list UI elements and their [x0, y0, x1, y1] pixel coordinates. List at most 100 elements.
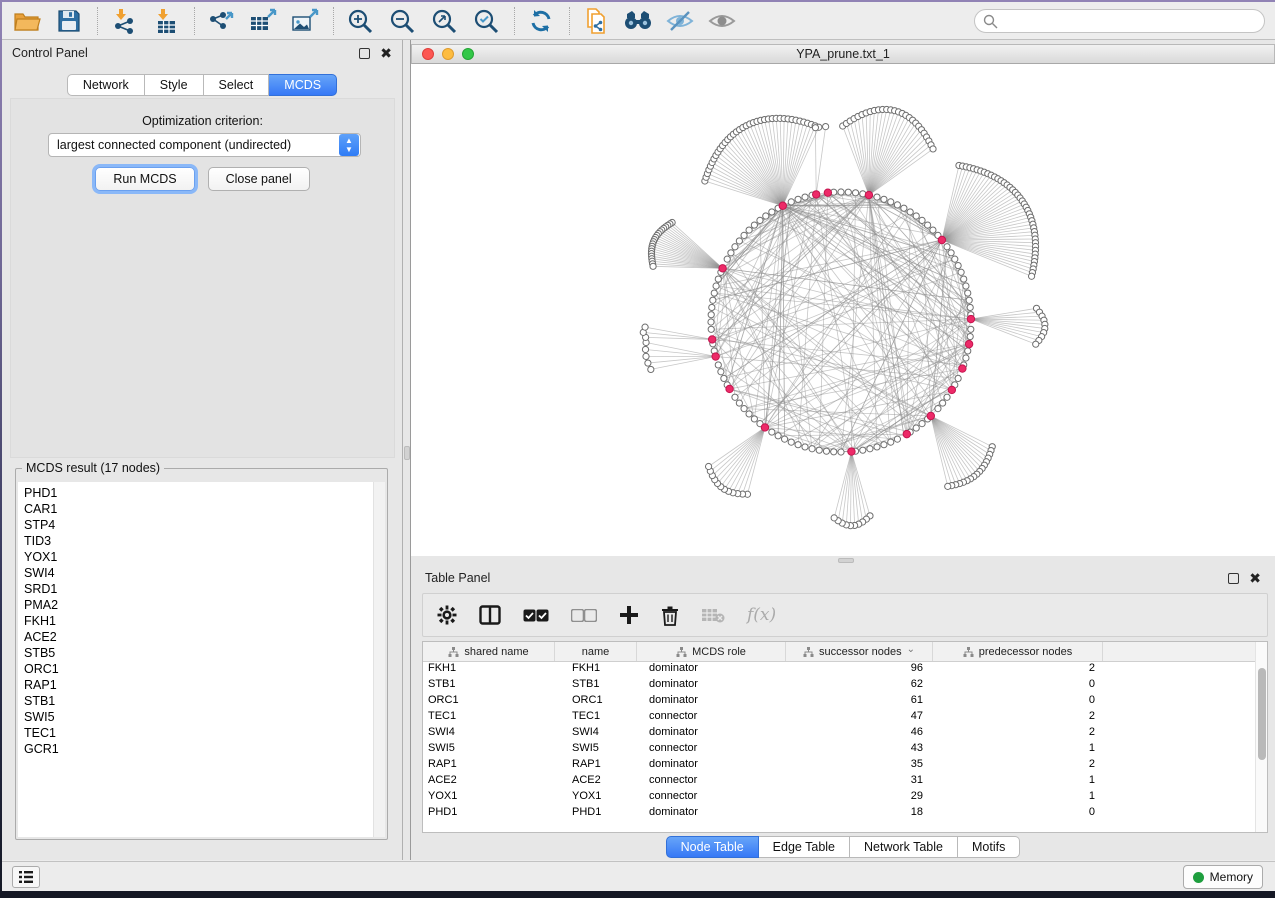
- network-node[interactable]: [741, 406, 747, 412]
- float-panel-icon[interactable]: [1228, 573, 1239, 584]
- network-node[interactable]: [966, 297, 972, 303]
- cell-successor-nodes[interactable]: 62: [786, 678, 933, 694]
- network-node[interactable]: [643, 353, 649, 359]
- network-node[interactable]: [919, 421, 925, 427]
- network-node[interactable]: [944, 244, 950, 250]
- mcds-node[interactable]: [761, 424, 768, 431]
- network-node[interactable]: [816, 447, 822, 453]
- network-node[interactable]: [728, 250, 734, 256]
- zoom-out-icon[interactable]: [385, 6, 419, 36]
- cell-predecessor-nodes[interactable]: 0: [933, 806, 1103, 822]
- network-node[interactable]: [751, 222, 757, 228]
- network-node[interactable]: [831, 449, 837, 455]
- cell-successor-nodes[interactable]: 43: [786, 742, 933, 758]
- network-node[interactable]: [948, 250, 954, 256]
- cell-MCDS-role[interactable]: connector: [637, 774, 786, 790]
- cell-predecessor-nodes[interactable]: 0: [933, 678, 1103, 694]
- network-node[interactable]: [781, 436, 787, 442]
- mcds-node[interactable]: [927, 412, 934, 419]
- network-node[interactable]: [955, 262, 961, 268]
- cell-MCDS-role[interactable]: dominator: [637, 806, 786, 822]
- network-node[interactable]: [838, 189, 844, 195]
- network-node[interactable]: [838, 449, 844, 455]
- mcds-node[interactable]: [812, 191, 819, 198]
- network-node[interactable]: [775, 433, 781, 439]
- cell-name[interactable]: YOX1: [555, 790, 637, 806]
- network-node[interactable]: [736, 238, 742, 244]
- network-node[interactable]: [708, 326, 714, 332]
- network-node[interactable]: [715, 276, 721, 282]
- cell-name[interactable]: TEC1: [555, 710, 637, 726]
- cell-successor-nodes[interactable]: 47: [786, 710, 933, 726]
- table-row[interactable]: SWI4SWI4dominator462: [423, 726, 1267, 742]
- network-node[interactable]: [881, 442, 887, 448]
- network-canvas[interactable]: [411, 64, 1275, 556]
- network-node[interactable]: [769, 429, 775, 435]
- network-node[interactable]: [802, 194, 808, 200]
- import-network-icon[interactable]: [107, 6, 141, 36]
- network-node[interactable]: [763, 213, 769, 219]
- network-node[interactable]: [845, 189, 851, 195]
- network-node[interactable]: [812, 125, 818, 131]
- cell-name[interactable]: ORC1: [555, 694, 637, 710]
- mcds-result-item[interactable]: SWI4: [24, 565, 373, 581]
- search-box[interactable]: [974, 9, 1265, 33]
- mcds-node[interactable]: [959, 365, 966, 372]
- cell-shared-name[interactable]: RAP1: [423, 758, 555, 774]
- network-node[interactable]: [888, 199, 894, 205]
- network-node[interactable]: [930, 146, 936, 152]
- cell-predecessor-nodes[interactable]: 1: [933, 742, 1103, 758]
- network-node[interactable]: [881, 196, 887, 202]
- task-history-button[interactable]: [12, 866, 40, 888]
- cell-predecessor-nodes[interactable]: 2: [933, 662, 1103, 678]
- network-node[interactable]: [952, 256, 958, 262]
- network-node[interactable]: [944, 394, 950, 400]
- tab-network-table[interactable]: Network Table: [850, 836, 958, 858]
- splitter-grip[interactable]: [404, 446, 410, 460]
- network-node[interactable]: [852, 190, 858, 196]
- network-node[interactable]: [1028, 273, 1034, 279]
- network-node[interactable]: [795, 442, 801, 448]
- cell-successor-nodes[interactable]: 61: [786, 694, 933, 710]
- network-node[interactable]: [894, 436, 900, 442]
- delete-column-icon[interactable]: [661, 600, 679, 630]
- column-header-name[interactable]: name: [555, 642, 637, 661]
- cell-shared-name[interactable]: PHD1: [423, 806, 555, 822]
- cell-MCDS-role[interactable]: connector: [637, 790, 786, 806]
- network-node[interactable]: [708, 312, 714, 318]
- network-node[interactable]: [769, 209, 775, 215]
- save-session-icon[interactable]: [52, 6, 86, 36]
- show-all-icon[interactable]: [705, 6, 739, 36]
- network-node[interactable]: [907, 209, 913, 215]
- column-header-shared-name[interactable]: shared name: [423, 642, 555, 661]
- network-node[interactable]: [741, 232, 747, 238]
- memory-button[interactable]: Memory: [1183, 865, 1263, 889]
- mcds-result-item[interactable]: PMA2: [24, 597, 373, 613]
- cell-successor-nodes[interactable]: 46: [786, 726, 933, 742]
- cell-MCDS-role[interactable]: dominator: [637, 678, 786, 694]
- network-node[interactable]: [746, 227, 752, 233]
- mcds-node[interactable]: [719, 265, 726, 272]
- cell-predecessor-nodes[interactable]: 1: [933, 774, 1103, 790]
- splitter-grip[interactable]: [838, 558, 854, 563]
- cell-name[interactable]: FKH1: [555, 662, 637, 678]
- mcds-node[interactable]: [903, 430, 910, 437]
- tab-edge-table[interactable]: Edge Table: [759, 836, 850, 858]
- open-file-icon[interactable]: [10, 6, 44, 36]
- network-node[interactable]: [965, 290, 971, 296]
- network-node[interactable]: [711, 290, 717, 296]
- delete-table-icon[interactable]: [701, 600, 725, 630]
- network-node[interactable]: [724, 256, 730, 262]
- vertical-splitter[interactable]: [403, 40, 411, 860]
- table-row[interactable]: TEC1TEC1connector472: [423, 710, 1267, 726]
- mcds-node[interactable]: [865, 191, 872, 198]
- network-node[interactable]: [967, 304, 973, 310]
- float-panel-icon[interactable]: [359, 48, 370, 59]
- cell-successor-nodes[interactable]: 29: [786, 790, 933, 806]
- network-node[interactable]: [718, 369, 724, 375]
- network-node[interactable]: [963, 283, 969, 289]
- network-node[interactable]: [713, 283, 719, 289]
- tab-network[interactable]: Network: [67, 74, 145, 96]
- mcds-result-item[interactable]: ACE2: [24, 629, 373, 645]
- export-image-icon[interactable]: [288, 6, 322, 36]
